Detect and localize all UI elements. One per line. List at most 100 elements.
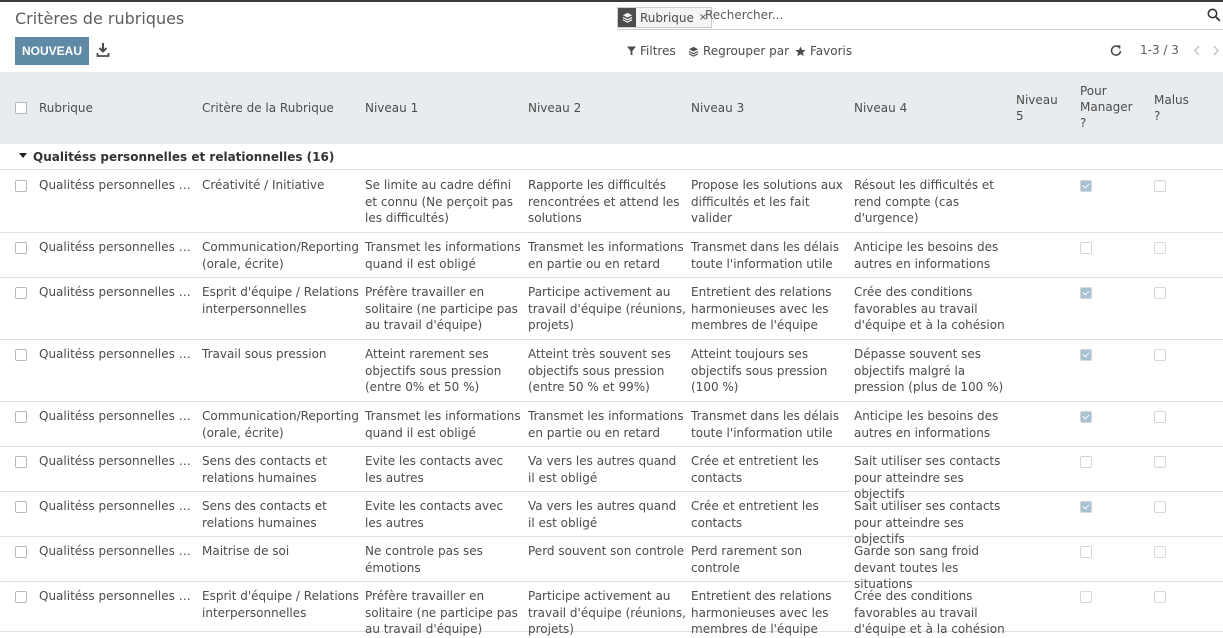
row-select-checkbox[interactable] — [15, 501, 27, 513]
pour-manager-checkbox — [1080, 591, 1092, 603]
cell-critere: Sens des contacts et relations humaines — [202, 454, 327, 485]
table-row[interactable]: Qualitéss personnelles et relationnelles… — [0, 401, 1223, 447]
table-header: Rubrique Critère de la Rubrique Niveau 1… — [0, 72, 1223, 144]
new-button[interactable]: NOUVEAU — [15, 37, 89, 65]
cell-rubrique: Qualitéss personnelles et relationnelles — [39, 589, 195, 603]
row-select-checkbox[interactable] — [15, 591, 27, 603]
cell-niveau-2: Atteint très souvent ses objectifs sous … — [528, 347, 671, 394]
pager-value[interactable]: 1-3 / 3 — [1140, 43, 1179, 57]
cell-niveau-4: Anticipe les besoins des autres en infor… — [854, 409, 999, 440]
search-facet: Rubrique × — [617, 7, 713, 28]
malus-checkbox — [1154, 180, 1166, 192]
filters-toggle[interactable]: Filtres — [627, 44, 676, 58]
cell-critere: Communication/Reporting (orale, écrite) — [202, 409, 359, 440]
download-icon[interactable] — [96, 42, 110, 58]
malus-checkbox — [1154, 242, 1166, 254]
malus-checkbox — [1154, 501, 1166, 513]
pour-manager-checkbox — [1080, 349, 1092, 361]
row-select-checkbox[interactable] — [15, 242, 27, 254]
cell-critere: Communication/Reporting (orale, écrite) — [202, 240, 359, 271]
pager-next-icon[interactable] — [1212, 44, 1220, 56]
cell-critere: Maitrise de soi — [202, 544, 290, 558]
table-row[interactable]: Qualitéss personnelles et relationnelles… — [0, 581, 1223, 636]
search-input[interactable] — [705, 8, 1185, 22]
cell-niveau-4: Crée des conditions favorables au travai… — [854, 589, 1005, 636]
column-header-critere[interactable]: Critère de la Rubrique — [202, 100, 334, 116]
malus-checkbox — [1154, 546, 1166, 558]
group-row[interactable]: Qualitéss personnelles et relationnelles… — [0, 144, 1223, 170]
cell-niveau-3: Transmet dans les délais toute l'informa… — [691, 409, 840, 440]
cell-niveau-3: Propose les solutions aux difficultés et… — [691, 178, 843, 225]
column-header-rubrique[interactable]: Rubrique — [39, 100, 93, 116]
column-header-pour-manager[interactable]: Pour Manager ? — [1080, 83, 1136, 131]
malus-checkbox — [1154, 456, 1166, 468]
table-row[interactable]: Qualitéss personnelles et relationnelles… — [0, 277, 1223, 340]
malus-checkbox — [1154, 591, 1166, 603]
cell-niveau-2: Va vers les autres quand il est obligé — [528, 499, 677, 530]
search-bar: Rubrique × — [617, 5, 1223, 30]
row-select-checkbox[interactable] — [15, 456, 27, 468]
cell-niveau-1: Préfère travailler en solitaire (ne part… — [365, 589, 518, 636]
column-header-niveau-4[interactable]: Niveau 4 — [854, 100, 907, 116]
table-row[interactable]: Qualitéss personnelles et relationnelles… — [0, 232, 1223, 278]
cell-niveau-3: Transmet dans les délais toute l'informa… — [691, 240, 840, 271]
pager-previous-icon[interactable] — [1193, 44, 1201, 56]
table-row[interactable]: Qualitéss personnelles et relationnelles… — [0, 446, 1223, 501]
cell-critere: Travail sous pression — [202, 347, 327, 361]
column-header-niveau-1[interactable]: Niveau 1 — [365, 100, 418, 116]
filters-label: Filtres — [640, 44, 676, 58]
group-label: Qualitéss personnelles et relationnelles… — [33, 150, 335, 164]
cell-rubrique: Qualitéss personnelles et relationnelles — [39, 544, 195, 558]
search-icon[interactable] — [1207, 8, 1221, 22]
row-select-checkbox[interactable] — [15, 411, 27, 423]
layers-icon — [688, 46, 699, 57]
refresh-icon[interactable] — [1110, 44, 1122, 56]
cell-niveau-2: Perd souvent son controle — [528, 544, 685, 558]
select-all-checkbox[interactable] — [15, 102, 27, 114]
table-row[interactable]: Qualitéss personnelles et relationnelles… — [0, 536, 1223, 591]
groupby-toggle[interactable]: Regrouper par — [688, 44, 789, 58]
cell-niveau-2: Rapporte les difficultés rencontrées et … — [528, 178, 680, 225]
cell-niveau-3: Entretient des relations harmonieuses av… — [691, 285, 832, 332]
cell-niveau-1: Evite les contacts avec les autres — [365, 499, 504, 530]
table-row[interactable]: Qualitéss personnelles et relationnelles… — [0, 339, 1223, 402]
row-select-checkbox[interactable] — [15, 287, 27, 299]
cell-niveau-1: Evite les contacts avec les autres — [365, 454, 504, 485]
favorites-toggle[interactable]: Favoris — [795, 44, 852, 58]
groupby-layers-icon — [618, 8, 636, 27]
cell-rubrique: Qualitéss personnelles et relationnelles — [39, 409, 195, 423]
cell-niveau-4: Anticipe les besoins des autres en infor… — [854, 240, 999, 271]
cell-rubrique: Qualitéss personnelles et relationnelles — [39, 178, 195, 192]
cell-rubrique: Qualitéss personnelles et relationnelles — [39, 285, 195, 299]
cell-critere: Sens des contacts et relations humaines — [202, 499, 327, 530]
cell-niveau-4: Résout les difficultés et rend compte (c… — [854, 178, 995, 225]
star-icon — [795, 45, 806, 56]
filter-icon — [627, 46, 636, 56]
cell-rubrique: Qualitéss personnelles et relationnelles — [39, 499, 195, 513]
table-row[interactable]: Qualitéss personnelles et relationnelles… — [0, 170, 1223, 233]
cell-niveau-2: Participe activement au travail d'équipe… — [528, 589, 686, 636]
cell-niveau-4: Dépasse souvent ses objectifs malgré la … — [854, 347, 1004, 394]
row-select-checkbox[interactable] — [15, 546, 27, 558]
cell-niveau-2: Transmet les informations en partie ou e… — [528, 240, 684, 271]
cell-rubrique: Qualitéss personnelles et relationnelles — [39, 454, 195, 468]
row-select-checkbox[interactable] — [15, 180, 27, 192]
column-header-malus[interactable]: Malus ? — [1154, 92, 1194, 124]
cell-niveau-1: Transmet les informations quand il est o… — [365, 409, 521, 440]
pour-manager-checkbox — [1080, 287, 1092, 299]
cell-rubrique: Qualitéss personnelles et relationnelles — [39, 240, 195, 254]
table-row[interactable]: Qualitéss personnelles et relationnelles… — [0, 491, 1223, 546]
pour-manager-checkbox — [1080, 546, 1092, 558]
column-header-niveau-5[interactable]: Niveau 5 — [1016, 92, 1060, 124]
column-header-niveau-2[interactable]: Niveau 2 — [528, 100, 581, 116]
page-title: Critères de rubriques — [15, 9, 185, 28]
cell-niveau-1: Ne controle pas ses émotions — [365, 544, 483, 575]
cell-niveau-1: Atteint rarement ses objectifs sous pres… — [365, 347, 502, 394]
groupby-label: Regrouper par — [703, 44, 790, 58]
cell-niveau-3: Entretient des relations harmonieuses av… — [691, 589, 832, 636]
row-select-checkbox[interactable] — [15, 349, 27, 361]
cell-niveau-1: Préfère travailler en solitaire (ne part… — [365, 285, 518, 332]
malus-checkbox — [1154, 411, 1166, 423]
column-header-niveau-3[interactable]: Niveau 3 — [691, 100, 744, 116]
pour-manager-checkbox — [1080, 456, 1092, 468]
